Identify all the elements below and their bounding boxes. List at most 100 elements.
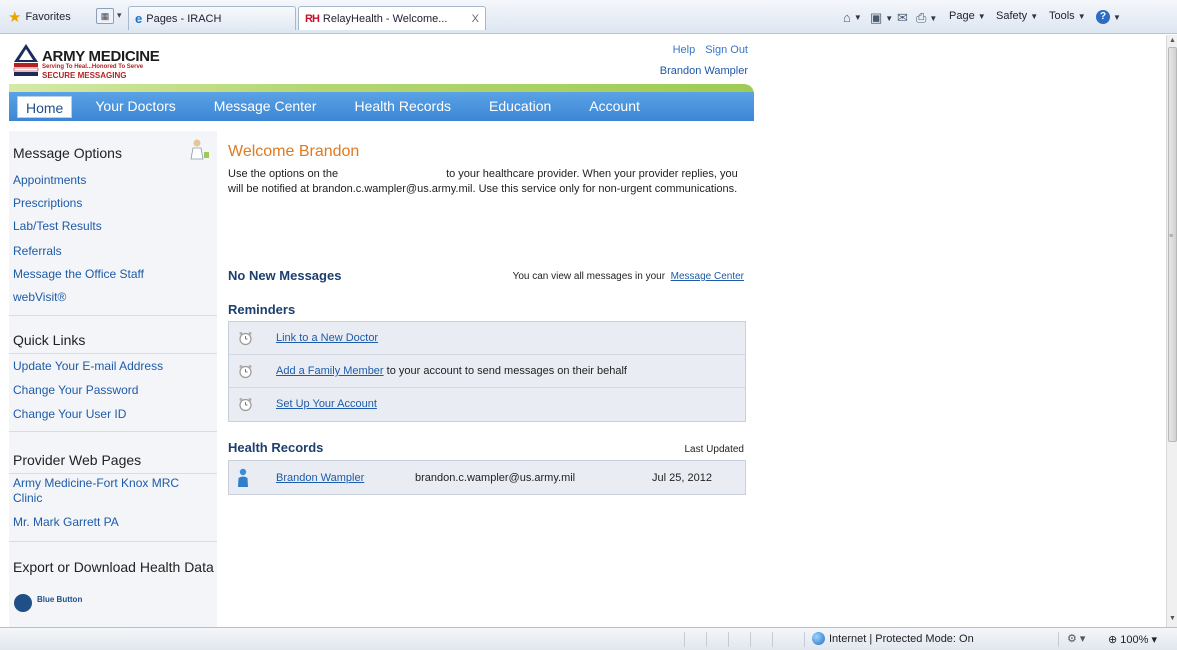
sidebar-link-message-office-staff[interactable]: Message the Office Staff — [13, 267, 144, 281]
scrollbar-grip-icon: ≡ — [1169, 233, 1174, 240]
user-name: Brandon Wampler — [659, 65, 748, 77]
relayhealth-icon: RH — [305, 12, 320, 25]
sidebar-link-appointments[interactable]: Appointments — [13, 173, 86, 187]
list-item: Link to a New Doctor — [229, 322, 745, 355]
status-divider — [684, 632, 685, 647]
intro-text: Use the options on the to your healthcare… — [228, 167, 754, 197]
doctor-icon — [190, 139, 209, 160]
tools-menu-label: Tools — [1049, 10, 1075, 22]
nav-message-center[interactable]: Message Center — [195, 92, 336, 121]
sidebar-divider — [9, 541, 217, 542]
reminders-heading: Reminders — [228, 302, 296, 317]
read-mail-button[interactable]: ✉ — [897, 10, 908, 26]
zoom-control[interactable]: ⊕ 100% ▾ — [1108, 633, 1157, 646]
sidebar-divider — [9, 473, 217, 474]
list-item: Add a Family Member to your account to s… — [229, 355, 745, 388]
vertical-scrollbar[interactable]: ▲ ≡ ▼ — [1166, 35, 1177, 627]
page-menu-label: Page — [949, 10, 975, 22]
scroll-up-icon[interactable]: ▲ — [1169, 37, 1176, 44]
reminder-text: Set Up Your Account — [276, 398, 377, 410]
health-record-name-link[interactable]: Brandon Wampler — [276, 472, 364, 484]
add-family-member-link[interactable]: Add a Family Member — [276, 365, 384, 377]
home-button[interactable]: ⌂ ▼ — [843, 10, 862, 25]
status-bar: Internet | Protected Mode: On ⚙ ▾ ⊕ 100%… — [0, 627, 1177, 650]
sidebar-divider — [9, 431, 217, 432]
print-icon: ⎙ — [916, 10, 927, 25]
blue-button-label[interactable]: Blue Button — [37, 595, 82, 604]
chevron-down-icon: ▼ — [929, 13, 938, 23]
chevron-down-icon: ▼ — [885, 13, 894, 23]
favorites-label: Favorites — [25, 11, 71, 23]
reminder-text: Link to a New Doctor — [276, 332, 378, 344]
sidebar-link-fort-knox-clinic[interactable]: Army Medicine-Fort Knox MRC Clinic — [13, 476, 198, 506]
chevron-down-icon: ▼ — [977, 11, 986, 21]
help-menu[interactable]: ? ▼ — [1096, 10, 1121, 24]
sidebar-link-mark-garrett[interactable]: Mr. Mark Garrett PA — [13, 515, 119, 529]
site-container: ARMY MEDICINE Serving To Heal...Honored … — [9, 37, 754, 627]
chevron-down-icon: ▼ — [1113, 12, 1121, 22]
home-icon: ⌂ — [843, 10, 851, 25]
close-tab-icon[interactable]: X — [472, 13, 479, 25]
help-icon: ? — [1096, 10, 1110, 24]
sidebar-link-referrals[interactable]: Referrals — [13, 244, 62, 258]
sidebar-link-webvisit[interactable]: webVisit® — [13, 290, 66, 304]
sidebar: Message Options Appointments Prescriptio… — [9, 131, 217, 627]
alarm-clock-icon — [239, 365, 252, 379]
sidebar-link-lab-results[interactable]: Lab/Test Results — [13, 219, 102, 233]
ie-page-icon: e — [135, 11, 143, 26]
nav-home[interactable]: Home — [17, 95, 73, 118]
zoom-level: 100% — [1120, 634, 1149, 646]
browser-toolbar: ★ Favorites ▦ ▾ e Pages - IRACH RH Relay… — [0, 0, 1177, 34]
browser-tab-relayhealth[interactable]: RH RelayHealth - Welcome... X — [298, 6, 486, 30]
reminders-list: Link to a New Doctor Add a Family Member… — [228, 321, 746, 422]
sidebar-link-change-user-id[interactable]: Change Your User ID — [13, 407, 126, 421]
mail-icon: ✉ — [897, 10, 908, 25]
status-divider — [750, 632, 751, 647]
message-center-note: You can view all messages in your Messag… — [513, 271, 744, 282]
reminder-rest: to your account to send messages on thei… — [383, 365, 627, 377]
tab-list-arrow-icon[interactable]: ▾ — [117, 10, 122, 21]
sidebar-link-update-email[interactable]: Update Your E-mail Address — [13, 359, 163, 373]
quick-tabs-icon[interactable]: ▦ — [96, 8, 114, 24]
nav-account[interactable]: Account — [570, 92, 659, 121]
protected-mode-icon[interactable]: ⚙ ▾ — [1067, 632, 1085, 645]
tools-menu[interactable]: Tools ▼ — [1049, 10, 1086, 22]
status-divider — [772, 632, 773, 647]
health-record-date: Jul 25, 2012 — [652, 472, 712, 484]
nav-education[interactable]: Education — [470, 92, 570, 121]
message-center-link[interactable]: Message Center — [671, 271, 744, 282]
globe-icon — [812, 632, 825, 645]
army-medicine-logo[interactable]: ARMY MEDICINE Serving To Heal...Honored … — [12, 42, 177, 82]
sign-out-link[interactable]: Sign Out — [705, 44, 748, 56]
sidebar-link-change-password[interactable]: Change Your Password — [13, 383, 138, 397]
safety-menu-label: Safety — [996, 10, 1028, 22]
scroll-down-icon[interactable]: ▼ — [1169, 615, 1176, 622]
logo-subtitle: SECURE MESSAGING — [42, 71, 127, 80]
tab-title: RelayHealth - Welcome... — [322, 12, 448, 25]
reminder-text: Add a Family Member to your account to s… — [276, 365, 627, 377]
scrollbar-thumb[interactable] — [1168, 47, 1177, 442]
nav-your-doctors[interactable]: Your Doctors — [76, 92, 194, 121]
print-button[interactable]: ⎙ ▼ — [916, 10, 937, 26]
browser-tab-irach[interactable]: e Pages - IRACH — [128, 6, 296, 30]
page-menu[interactable]: Page ▼ — [949, 10, 986, 22]
set-up-account-link[interactable]: Set Up Your Account — [276, 398, 377, 410]
eagle-emblem-icon — [13, 44, 39, 76]
blue-button-icon[interactable] — [14, 594, 32, 612]
favorites-button[interactable]: ★ Favorites — [8, 8, 71, 26]
help-link[interactable]: Help — [673, 44, 696, 56]
person-icon — [238, 468, 248, 487]
status-divider — [1058, 632, 1059, 647]
alarm-clock-icon — [239, 332, 252, 346]
link-new-doctor-link[interactable]: Link to a New Doctor — [276, 332, 378, 344]
table-row: Brandon Wampler brandon.c.wampler@us.arm… — [228, 460, 746, 495]
sidebar-divider — [9, 315, 217, 316]
nav-health-records[interactable]: Health Records — [336, 92, 471, 121]
feeds-button[interactable]: ▣ ▼ — [870, 10, 893, 26]
sidebar-link-prescriptions[interactable]: Prescriptions — [13, 196, 82, 210]
safety-menu[interactable]: Safety ▼ — [996, 10, 1038, 22]
status-divider — [706, 632, 707, 647]
security-zone[interactable]: Internet | Protected Mode: On — [812, 632, 974, 645]
chevron-down-icon: ▼ — [1030, 11, 1039, 21]
alarm-clock-icon — [239, 398, 252, 412]
